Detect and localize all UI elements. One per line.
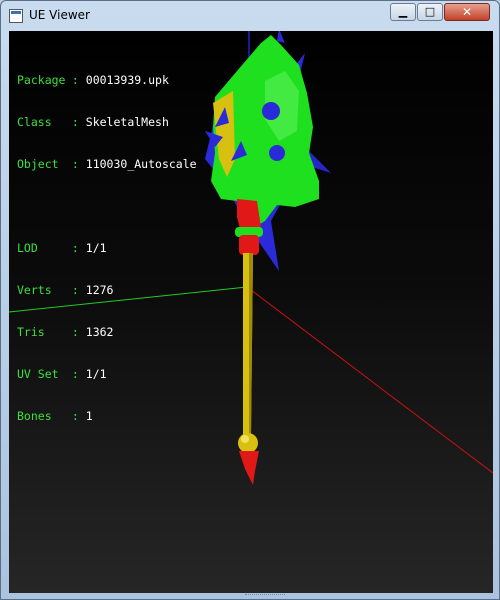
info-key: Object <box>17 157 59 171</box>
resize-grip[interactable] <box>245 594 285 599</box>
info-value: 00013939.upk <box>85 73 169 87</box>
mesh-blue-stud <box>269 145 285 161</box>
info-value: 1276 <box>85 283 114 297</box>
info-value: 1/1 <box>85 241 107 255</box>
info-row-class: Class : SkeletalMesh <box>17 115 169 129</box>
window-title: UE Viewer <box>29 8 90 22</box>
info-key: Bones <box>17 409 52 423</box>
info-key: LOD <box>17 241 38 255</box>
maximize-button[interactable]: □ <box>417 3 443 21</box>
title-bar[interactable]: UE Viewer ▁ □ ✕ <box>1 1 499 31</box>
mesh-pommel-highlight <box>241 435 249 443</box>
maximize-icon: □ <box>424 5 436 18</box>
mesh-shaft-shade <box>249 253 253 435</box>
app-window: UE Viewer ▁ □ ✕ Package: 00013939.upk C… <box>0 0 500 600</box>
info-row-uvset: UV Set : 1/1 <box>17 367 107 381</box>
minimize-icon: ▁ <box>398 5 408 18</box>
close-button[interactable]: ✕ <box>444 3 490 21</box>
mesh-red-tip <box>239 451 259 485</box>
3d-viewport[interactable]: Package : 00013939.upk Class : SkeletalM… <box>9 31 493 593</box>
axis-x-line <box>246 286 493 474</box>
info-value: 1 <box>85 409 93 423</box>
info-value: SkeletalMesh <box>85 115 169 129</box>
info-key: UV Set <box>17 367 59 381</box>
info-key: Tris <box>17 325 45 339</box>
info-key: Package <box>17 73 66 87</box>
mesh-info-panel: Package : 00013939.upk Class : SkeletalM… <box>17 45 197 451</box>
app-icon <box>9 9 23 23</box>
info-row-verts: Verts : 1276 <box>17 283 114 297</box>
info-value: 110030_Autoscale <box>85 157 197 171</box>
info-value: 1362 <box>85 325 114 339</box>
info-row-tris: Tris : 1362 <box>17 325 114 339</box>
info-key: Verts <box>17 283 52 297</box>
mesh-yellow-pommel <box>238 433 258 453</box>
info-row-lod: LOD : 1/1 <box>17 241 107 255</box>
close-icon: ✕ <box>461 5 473 19</box>
mesh-red-socket <box>239 235 259 255</box>
info-value: 1/1 <box>85 367 107 381</box>
mesh-blue-spike <box>277 31 285 43</box>
info-row-bones: Bones : 1 <box>17 409 93 423</box>
mesh-blue-stud <box>262 102 280 120</box>
minimize-button[interactable]: ▁ <box>390 3 416 21</box>
info-key: Class <box>17 115 52 129</box>
info-row-package: Package : 00013939.upk <box>17 73 169 87</box>
info-row-object: Object : 110030_Autoscale <box>17 157 197 171</box>
